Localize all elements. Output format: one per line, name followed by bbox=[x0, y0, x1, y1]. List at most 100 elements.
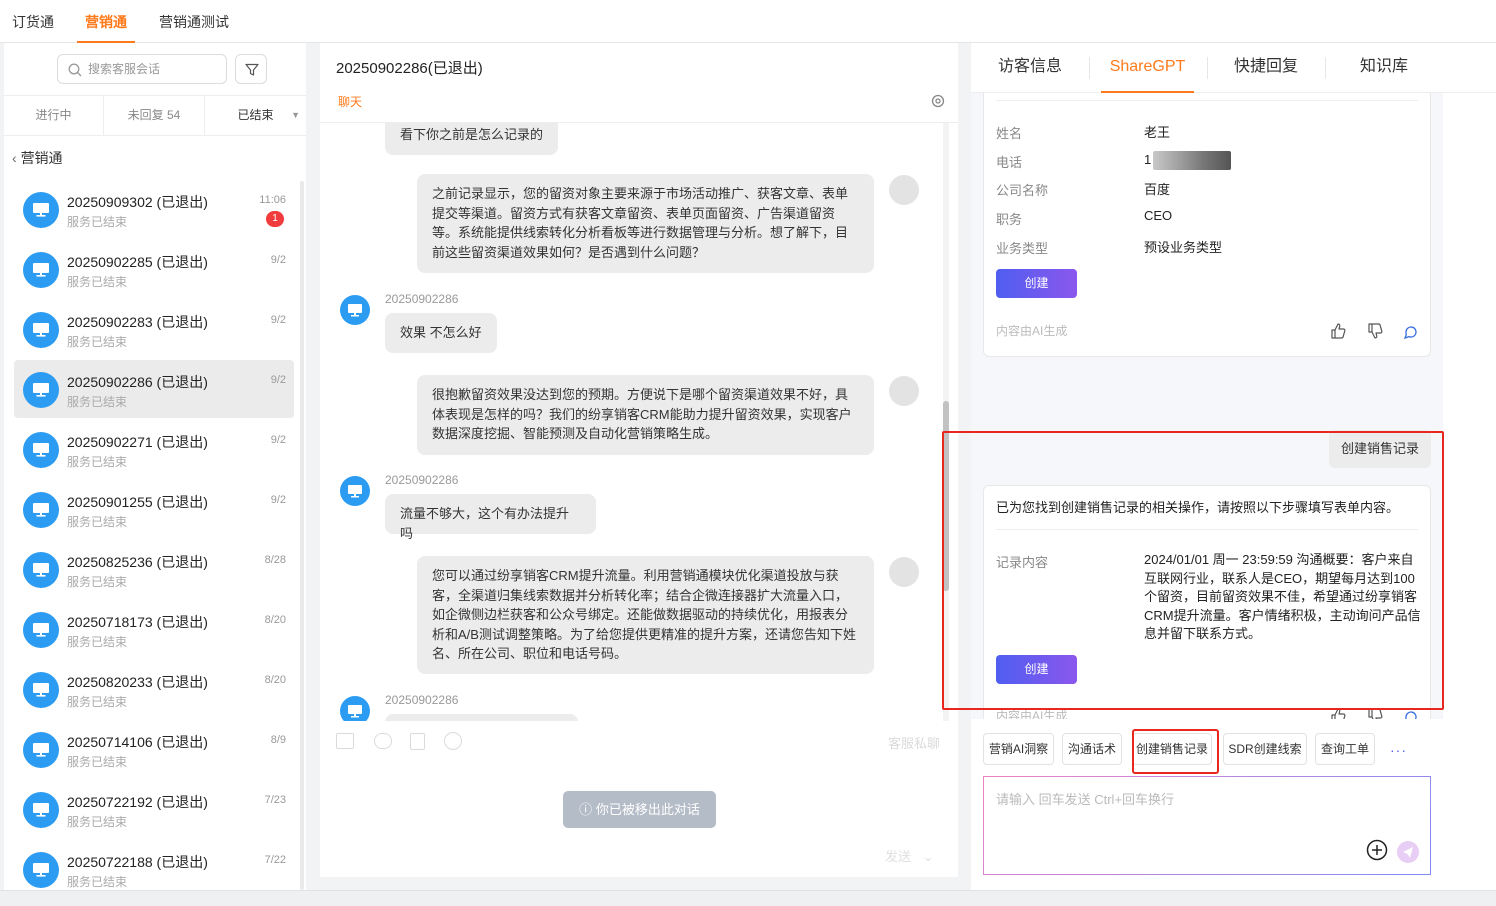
session-item[interactable]: 20250902283 (已退出) 服务已结束 9/2 bbox=[14, 300, 294, 358]
caret-down-icon: ▼ bbox=[291, 110, 300, 120]
more-actions-icon[interactable]: ··· bbox=[1390, 742, 1407, 758]
session-time: 8/9 bbox=[270, 734, 286, 746]
assistant-input[interactable] bbox=[996, 789, 1416, 829]
session-list-panel: 搜索客服会话 进行中 未回复 54 已结束 ▼ ‹ 营销通 20250909302… bbox=[4, 43, 306, 890]
create-button[interactable]: 创建 bbox=[996, 269, 1077, 298]
session-name: 20250902285 (已退出) bbox=[67, 254, 208, 270]
sender-id: 20250902286 bbox=[385, 473, 459, 487]
tab-ended[interactable]: 已结束 ▼ bbox=[205, 96, 306, 135]
session-time: 9/2 bbox=[270, 434, 286, 446]
session-status: 服务已结束 bbox=[67, 455, 128, 469]
quick-action-marketing-insight[interactable]: 营销AI洞察 bbox=[983, 733, 1054, 765]
tab-knowledge-base[interactable]: 知识库 bbox=[1341, 43, 1427, 92]
tab-sharegpt[interactable]: ShareGPT bbox=[1101, 43, 1194, 93]
session-item[interactable]: 20250902285 (已退出) 服务已结束 9/2 bbox=[14, 240, 294, 298]
session-list-scrollbar[interactable] bbox=[300, 181, 304, 890]
tab-visitor-info[interactable]: 访客信息 bbox=[987, 43, 1073, 92]
settings-icon[interactable] bbox=[930, 93, 946, 109]
attachment-icon[interactable] bbox=[374, 733, 392, 749]
monitor-icon bbox=[33, 683, 49, 697]
tab-divider bbox=[1207, 57, 1208, 79]
tab-divider bbox=[1325, 57, 1326, 79]
send-button[interactable]: 发送 ⌄ bbox=[885, 846, 934, 865]
session-status: 服务已结束 bbox=[67, 575, 128, 589]
quick-action-talk-script[interactable]: 沟通话术 bbox=[1062, 733, 1122, 765]
top-tab-marketing[interactable]: 营销通 bbox=[77, 0, 135, 43]
top-tab-order[interactable]: 订货通 bbox=[12, 0, 54, 43]
thumbs-up-icon[interactable] bbox=[1329, 322, 1347, 340]
session-status: 服务已结束 bbox=[67, 875, 128, 889]
filter-icon bbox=[245, 63, 259, 76]
session-status: 服务已结束 bbox=[67, 275, 128, 289]
session-name: 20250825236 (已退出) bbox=[67, 554, 208, 570]
removed-notice: ⓘ 你已被移出此对话 bbox=[563, 791, 716, 828]
avatar bbox=[23, 492, 59, 528]
ai-generated-note: 内容由AI生成 bbox=[996, 324, 1068, 338]
customer-avatar bbox=[340, 476, 370, 506]
monitor-icon bbox=[33, 203, 49, 217]
top-tab-marketing-test[interactable]: 营销通测试 bbox=[159, 0, 229, 43]
session-item[interactable]: 20250902271 (已退出) 服务已结束 9/2 bbox=[14, 420, 294, 478]
agent-message: 之前记录显示，您的留资对象主要来源于市场活动推广、获客文章、表单提交等渠道。留资… bbox=[417, 174, 874, 273]
image-icon[interactable] bbox=[336, 733, 354, 749]
private-chat-label[interactable]: 客服私聊 bbox=[888, 733, 940, 752]
session-search-input[interactable]: 搜索客服会话 bbox=[57, 54, 227, 84]
session-item[interactable]: 20250902286 (已退出) 服务已结束 9/2 bbox=[14, 360, 294, 418]
session-time: 8/28 bbox=[264, 554, 286, 566]
tab-quick-reply[interactable]: 快捷回复 bbox=[1223, 43, 1309, 92]
chat-tab-label[interactable]: 聊天 bbox=[338, 93, 362, 110]
file-icon[interactable] bbox=[410, 733, 425, 750]
avatar bbox=[23, 252, 59, 288]
session-name: 20250820233 (已退出) bbox=[67, 674, 208, 690]
quick-action-query-ticket[interactable]: 查询工单 bbox=[1315, 733, 1375, 765]
session-item[interactable]: 20250722188 (已退出) 服务已结束 7/22 bbox=[14, 840, 294, 890]
quick-action-sdr-lead[interactable]: SDR创建线索 bbox=[1223, 733, 1307, 765]
visitor-info-card: 姓名 老王 电话 1 公司名称 百度 职务 CEO 业务类型 预设业务类型 创建… bbox=[983, 93, 1431, 357]
session-item[interactable]: 20250825236 (已退出) 服务已结束 8/28 bbox=[14, 540, 294, 598]
customer-message bbox=[385, 714, 578, 721]
divider bbox=[996, 100, 1418, 101]
back-to-group[interactable]: ‹ 营销通 bbox=[12, 148, 63, 168]
copy-icon[interactable] bbox=[1402, 322, 1420, 340]
avatar bbox=[23, 792, 59, 828]
filter-button[interactable] bbox=[235, 54, 267, 84]
session-item[interactable]: 20250714106 (已退出) 服务已结束 8/9 bbox=[14, 720, 294, 778]
agent-avatar bbox=[889, 175, 919, 205]
avatar bbox=[23, 432, 59, 468]
sender-id: 20250902286 bbox=[385, 292, 459, 306]
monitor-icon bbox=[33, 863, 49, 877]
session-name: 20250909302 (已退出) bbox=[67, 194, 208, 210]
tab-divider bbox=[1089, 57, 1090, 79]
field-label: 姓名 bbox=[996, 126, 1023, 141]
session-item[interactable]: 20250820233 (已退出) 服务已结束 8/20 bbox=[14, 660, 294, 718]
monitor-icon bbox=[33, 443, 49, 457]
send-icon[interactable] bbox=[1397, 841, 1419, 863]
session-item[interactable]: 20250909302 (已退出) 服务已结束 11:06 1 bbox=[14, 180, 294, 238]
tab-in-progress[interactable]: 进行中 bbox=[4, 96, 104, 135]
field-value: 预设业务类型 bbox=[1144, 240, 1223, 255]
session-status-tabs: 进行中 未回复 54 已结束 ▼ bbox=[4, 95, 306, 136]
chat-messages: 看下你之前是怎么记录的 之前记录显示，您的留资对象主要来源于市场活动推广、获客文… bbox=[320, 123, 958, 721]
phone-value: 1 bbox=[1144, 151, 1232, 170]
session-name: 20250714106 (已退出) bbox=[67, 734, 208, 750]
session-item[interactable]: 20250722192 (已退出) 服务已结束 7/23 bbox=[14, 780, 294, 838]
session-time: 8/20 bbox=[264, 674, 286, 686]
customer-avatar bbox=[340, 295, 370, 325]
thumbs-down-icon[interactable] bbox=[1366, 322, 1384, 340]
tab-unreplied[interactable]: 未回复 54 bbox=[104, 96, 205, 135]
session-item[interactable]: 20250718173 (已退出) 服务已结束 8/20 bbox=[14, 600, 294, 658]
session-status: 服务已结束 bbox=[67, 755, 128, 769]
session-time: 8/20 bbox=[264, 614, 286, 626]
session-item[interactable]: 20250901255 (已退出) 服务已结束 9/2 bbox=[14, 480, 294, 538]
customer-message: 流量不够大，这个有办法提升吗 bbox=[385, 494, 596, 541]
chat-panel: 20250902286(已退出) 聊天 看下你之前是怎么记录的 之前记录显示，您… bbox=[320, 43, 958, 877]
session-time: 11:06 bbox=[259, 194, 286, 206]
emoji-icon[interactable] bbox=[444, 732, 462, 750]
agent-message: 您可以通过纷享销客CRM提升流量。利用营销通模块优化渠道投放与获客，全渠道归集线… bbox=[417, 556, 874, 674]
highlight-box bbox=[1132, 729, 1219, 774]
avatar bbox=[23, 312, 59, 348]
session-name: 20250902283 (已退出) bbox=[67, 314, 208, 330]
chevron-left-icon: ‹ bbox=[12, 150, 17, 166]
add-icon[interactable] bbox=[1366, 839, 1388, 861]
session-time: 9/2 bbox=[270, 254, 286, 266]
